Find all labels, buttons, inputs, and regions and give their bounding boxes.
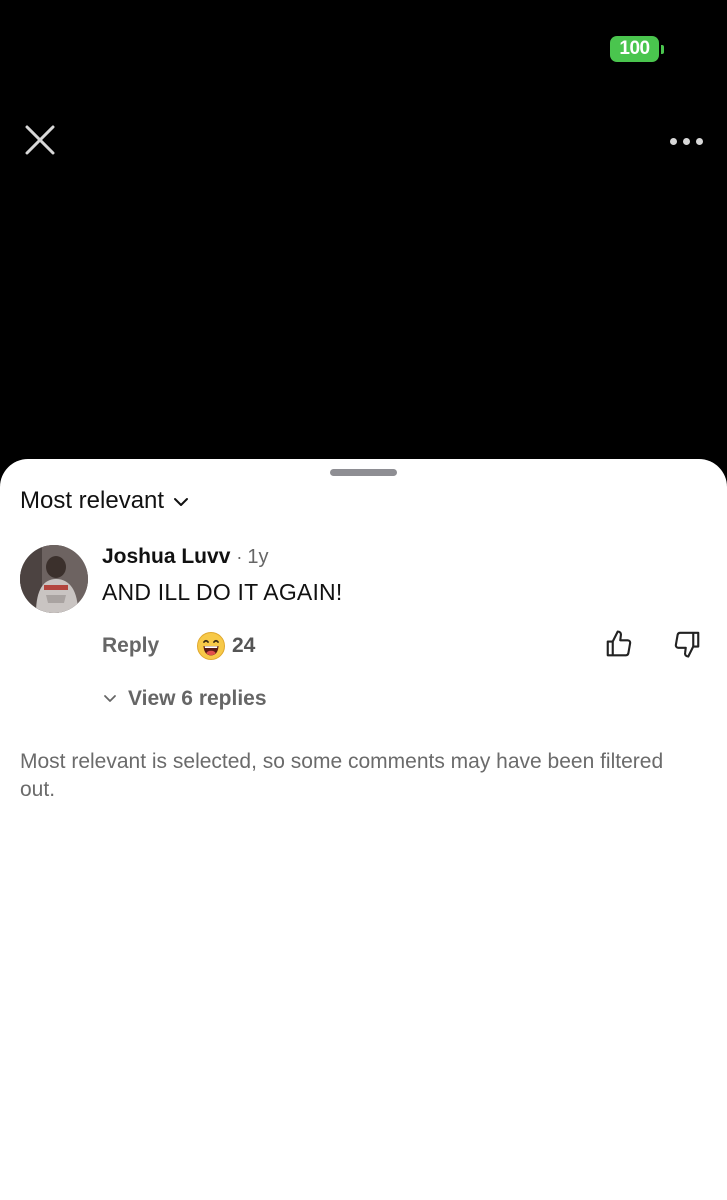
- comment-body: Joshua Luvv · 1y AND ILL DO IT AGAIN!: [102, 545, 702, 606]
- view-replies-label: View 6 replies: [128, 687, 267, 710]
- sort-label: Most relevant: [20, 487, 165, 514]
- battery-indicator: 100: [610, 36, 664, 62]
- sort-dropdown[interactable]: Most relevant: [20, 487, 190, 515]
- more-options-button[interactable]: [664, 124, 708, 158]
- close-button[interactable]: [22, 122, 58, 158]
- meta-separator: ·: [236, 547, 243, 567]
- more-dot: [695, 137, 703, 145]
- avatar[interactable]: [20, 545, 88, 613]
- filter-notice: Most relevant is selected, so some comme…: [20, 750, 664, 801]
- avatar-image: [20, 545, 88, 613]
- sheet-grabber[interactable]: [330, 469, 397, 476]
- comment-actions: Reply 24: [102, 629, 710, 661]
- laughing-emoji-icon: [197, 632, 225, 660]
- thumbs-down-icon: [674, 631, 700, 658]
- comment-age: 1y: [247, 546, 269, 568]
- close-icon: [25, 125, 55, 155]
- reaction-count: 24: [232, 634, 256, 657]
- like-button[interactable]: [604, 629, 634, 659]
- comment-header: Joshua Luvv · 1y: [102, 545, 702, 569]
- thumbs-up-icon: [606, 630, 632, 657]
- screen: 100 Most relevant Joshua Luvv · 1y AND I…: [0, 0, 727, 1200]
- comment-text: AND ILL DO IT AGAIN!: [102, 579, 343, 605]
- comment-author[interactable]: Joshua Luvv: [102, 545, 230, 569]
- battery-tip: [661, 44, 664, 54]
- reply-button[interactable]: Reply: [102, 634, 159, 658]
- comments-sheet: Most relevant Joshua Luvv · 1y AND ILL D…: [0, 459, 727, 1200]
- view-replies-button[interactable]: View 6 replies: [102, 687, 267, 711]
- battery-level: 100: [610, 36, 659, 62]
- chevron-down-icon: [174, 498, 189, 506]
- more-dot: [682, 137, 690, 145]
- chevron-down-icon: [104, 695, 116, 702]
- reaction-summary[interactable]: 24: [196, 631, 255, 661]
- more-horizontal-icon: [669, 137, 677, 145]
- dislike-button[interactable]: [672, 629, 702, 659]
